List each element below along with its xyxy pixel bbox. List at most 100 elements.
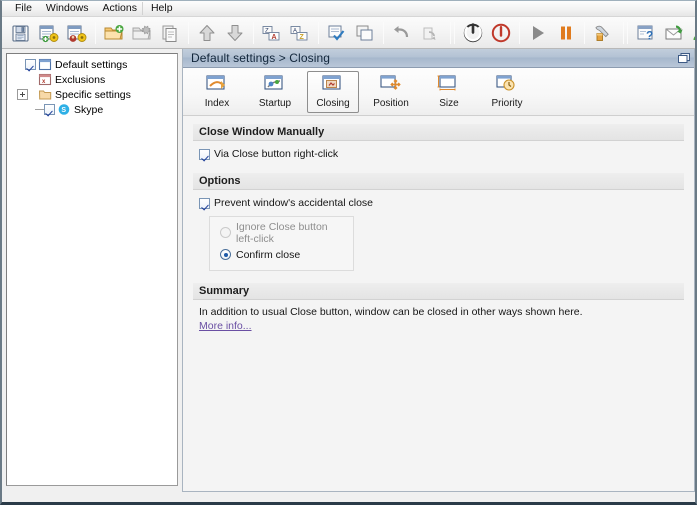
radio-ignore-left-click[interactable] xyxy=(220,227,231,238)
radio-row-ignore-left-click[interactable]: Ignore Close button left-click xyxy=(220,221,345,245)
menu-file[interactable]: File xyxy=(8,1,39,16)
tree-checkbox-skype[interactable] xyxy=(44,104,55,115)
edit-settings-icon[interactable] xyxy=(63,19,91,47)
section-header: Options xyxy=(193,173,684,190)
summary-text: In addition to usual Close button, windo… xyxy=(199,306,583,318)
toolbar-divider-4 xyxy=(318,21,319,44)
redo-icon[interactable] xyxy=(416,19,444,47)
radio-label: Ignore Close button left-click xyxy=(236,220,328,245)
tools-icon[interactable] xyxy=(589,19,617,47)
skype-icon: S xyxy=(57,103,71,116)
toolbar-divider-1 xyxy=(95,21,96,44)
tree-item-specific-settings[interactable]: Specific settings xyxy=(11,87,177,102)
svg-text:S: S xyxy=(61,107,66,114)
restore-window-icon[interactable] xyxy=(677,52,691,64)
tab-label: Startup xyxy=(258,98,292,109)
new-folder-icon[interactable] xyxy=(100,19,128,47)
pause-icon[interactable] xyxy=(552,19,580,47)
checkbox-row-prevent-accidental-close[interactable]: Prevent window's accidental close xyxy=(199,196,684,210)
move-up-icon[interactable] xyxy=(193,19,221,47)
section-title: Summary xyxy=(199,285,250,297)
save-icon[interactable] xyxy=(7,19,35,47)
copy-icon[interactable] xyxy=(156,19,184,47)
tree-label: Default settings xyxy=(55,58,128,71)
size-icon xyxy=(436,74,462,96)
add-settings-icon[interactable] xyxy=(35,19,63,47)
tree-connector xyxy=(35,109,44,110)
tree-item-default-settings[interactable]: Default settings xyxy=(11,57,177,72)
tab-startup[interactable]: Startup xyxy=(249,71,301,113)
exclusions-icon: x xyxy=(38,73,52,86)
delete-folder-icon[interactable] xyxy=(128,19,156,47)
tree-checkbox-default-settings[interactable] xyxy=(25,59,36,70)
checkbox-label: Via Close button right-click xyxy=(214,148,339,160)
section-title: Options xyxy=(199,175,241,187)
svg-text:A: A xyxy=(293,28,297,34)
tab-label: Position xyxy=(373,98,409,109)
tab-priority[interactable]: Priority xyxy=(481,71,533,113)
tab-label: Size xyxy=(439,98,459,109)
main-toolbar: Z A A Z ? xyxy=(2,17,695,49)
undo-icon[interactable] xyxy=(388,19,416,47)
menu-help[interactable]: Help xyxy=(144,1,180,16)
checkbox-label: Prevent window's accidental close xyxy=(214,197,374,209)
tab-index[interactable]: Index xyxy=(191,71,243,113)
tab-size[interactable]: Size xyxy=(423,71,475,113)
tree-item-skype[interactable]: S Skype xyxy=(11,102,177,117)
tree-expander-icon[interactable] xyxy=(17,89,28,100)
toolbar-divider-9 xyxy=(623,21,624,44)
toolbar-divider-2 xyxy=(188,21,189,44)
help-icon[interactable]: ? xyxy=(632,19,660,47)
checkbox-row-via-close-right-click[interactable]: Via Close button right-click xyxy=(199,147,684,161)
tree-root: Default settings x Exclusions Specific s… xyxy=(7,54,177,117)
checkbox-prevent-accidental-close[interactable] xyxy=(199,197,210,209)
priority-icon xyxy=(494,74,520,96)
tree-label: Specific settings xyxy=(55,88,131,101)
play-icon[interactable] xyxy=(524,19,552,47)
support-icon[interactable] xyxy=(688,19,695,47)
svg-text:Z: Z xyxy=(300,34,305,41)
content-panel: Default settings > Closing Index Startup… xyxy=(182,47,695,492)
section-content: Via Close button right-click xyxy=(193,141,684,167)
application-window: File Windows Actions Help Z A A Z ? Defa… xyxy=(0,0,697,505)
toolbar-divider-5 xyxy=(383,21,384,44)
tab-label: Index xyxy=(204,98,230,109)
power-off-icon[interactable] xyxy=(487,19,515,47)
page-title: Default settings > Closing xyxy=(191,50,331,65)
svg-text:Z: Z xyxy=(265,28,269,34)
check-all-icon[interactable] xyxy=(323,19,351,47)
tree-item-exclusions[interactable]: x Exclusions xyxy=(11,72,177,87)
mail-icon[interactable] xyxy=(660,19,688,47)
tab-closing[interactable]: Closing xyxy=(307,71,359,113)
toolbar-divider-6 xyxy=(450,21,451,44)
radio-row-confirm-close[interactable]: Confirm close xyxy=(220,247,345,262)
more-info-link[interactable]: More info... xyxy=(199,320,252,332)
menu-windows[interactable]: Windows xyxy=(39,1,96,16)
section-content: In addition to usual Close button, windo… xyxy=(193,300,684,336)
checkbox-via-close-right-click[interactable] xyxy=(199,148,210,160)
tree-connector xyxy=(29,94,38,95)
index-icon xyxy=(204,74,230,96)
move-down-icon[interactable] xyxy=(221,19,249,47)
specific-settings-icon xyxy=(38,88,52,101)
section-title: Close Window Manually xyxy=(199,126,325,138)
tree-label: Exclusions xyxy=(55,73,106,86)
settings-tree-panel[interactable]: Default settings x Exclusions Specific s… xyxy=(6,53,178,486)
svg-text:A: A xyxy=(272,34,277,41)
closing-icon xyxy=(320,74,346,96)
toolbar-divider-7 xyxy=(519,21,520,44)
menu-actions[interactable]: Actions xyxy=(96,1,144,16)
radio-confirm-close[interactable] xyxy=(220,249,231,260)
uncheck-all-icon[interactable] xyxy=(351,19,379,47)
sort-az-icon[interactable]: Z A xyxy=(258,19,286,47)
content-title-bar: Default settings > Closing xyxy=(183,48,694,68)
section-close-manually: Close Window Manually Via Close button r… xyxy=(193,124,684,167)
tree-label: Skype xyxy=(74,103,104,116)
tab-position[interactable]: Position xyxy=(365,71,417,113)
sort-za-icon[interactable]: A Z xyxy=(286,19,314,47)
toolbar-divider-6b xyxy=(454,21,455,44)
section-content: Prevent window's accidental close Ignore… xyxy=(193,190,684,277)
toolbar-divider-9b xyxy=(627,21,628,44)
power-icon[interactable] xyxy=(459,19,487,47)
tab-label: Priority xyxy=(491,98,523,109)
